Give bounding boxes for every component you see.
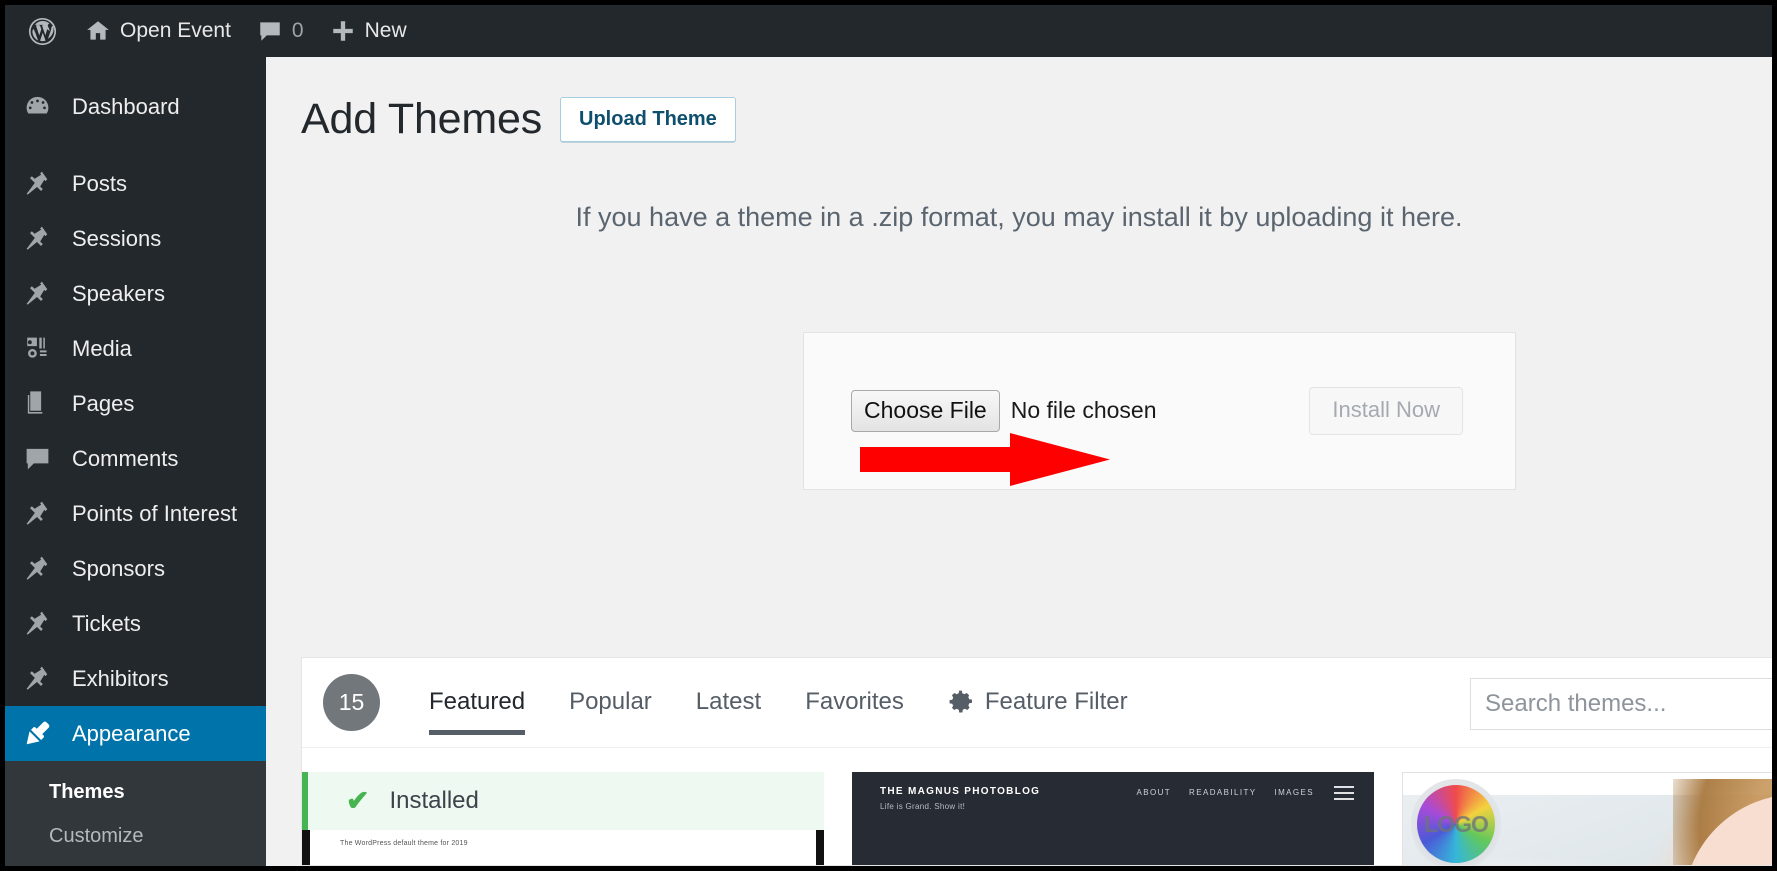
media-icon [27,337,47,358]
wordpress-logo-menu[interactable] [15,5,72,57]
sidebar-item-label: Dashboard [72,93,180,119]
sidebar-item-label: Comments [72,445,179,471]
dashboard-gauge-icon [26,96,49,114]
page-title: Add Themes [301,95,543,143]
pushpin-icon [26,226,48,250]
home-icon [87,21,109,40]
file-input-group[interactable]: Choose File No file chosen [851,390,1157,432]
feature-filter-label: Feature Filter [984,687,1128,715]
theme-grid: ✔ Installed The WordPress default theme … [302,748,1772,865]
theme-preview-nav-item: ABOUT [1136,788,1172,797]
sidebar-item-appearance[interactable]: Appearance [5,706,266,761]
sidebar-item-dashboard[interactable]: Dashboard [5,79,266,134]
photo-blur-highlight [1475,864,1596,865]
search-themes-input[interactable] [1470,678,1772,730]
pushpin-icon [26,666,48,690]
admin-bar-new-content[interactable]: New [317,5,420,57]
sidebar-item-label: Pages [72,390,135,416]
sidebar-item-speakers[interactable]: Speakers [5,266,266,321]
gear-icon [949,690,972,713]
sidebar-item-label: Tickets [72,610,141,636]
sidebar-item-label: Appearance [72,720,191,746]
pushpin-icon [26,171,48,195]
installed-label: Installed [389,787,479,814]
comment-bubble-icon [26,448,49,470]
sidebar-item-label: Exhibitors [72,665,169,691]
sidebar-item-label: Sponsors [72,555,165,581]
main-content: Add Themes Upload Theme If you have a th… [266,57,1772,866]
paintbrush-icon [26,721,50,745]
submenu-item-themes[interactable]: Themes [5,770,266,814]
admin-bar: Open Event 0 New [5,5,1772,57]
browser-screenshot-frame: Open Event 0 New Dashboard Posts Session… [0,0,1777,871]
theme-preview-nav-item: IMAGES [1274,788,1314,797]
sidebar-item-exhibitors[interactable]: Exhibitors [5,651,266,706]
theme-card[interactable]: THE MAGNUS PHOTOBLOG Life is Grand. Show… [852,772,1374,865]
sidebar-item-posts[interactable]: Posts [5,156,266,211]
pushpin-icon [26,556,48,580]
sidebar-item-label: Posts [72,170,128,196]
admin-sidebar-menu: Dashboard Posts Sessions Speakers Media … [5,57,266,866]
theme-preview-brand: THE MAGNUS PHOTOBLOG [880,786,1041,797]
tab-popular[interactable]: Popular [547,658,674,748]
theme-browser: 15 Featured Popular Latest Favorites Fea… [301,657,1772,866]
theme-preview-tagline: The WordPress default theme for 2019 [340,840,468,847]
upload-instructions-text: If you have a theme in a .zip format, yo… [575,202,1463,232]
checkmark-icon: ✔ [346,785,370,816]
theme-preview-tagline: Life is Grand. Show it! [880,802,966,811]
theme-screenshot: THE MAGNUS PHOTOBLOG Life is Grand. Show… [852,772,1374,865]
menu-spacer-top [5,57,266,79]
color-wheel-logo-icon: LOGO [1417,785,1495,863]
theme-card[interactable]: ✔ Installed The WordPress default theme … [302,772,824,865]
sidebar-item-sponsors[interactable]: Sponsors [5,541,266,596]
install-now-button[interactable]: Install Now [1309,387,1463,435]
sidebar-item-label: Sessions [72,225,162,251]
sidebar-item-label: Points of Interest [72,500,238,526]
comment-bubble-icon [260,22,280,41]
sidebar-item-pages[interactable]: Pages [5,376,266,431]
pushpin-icon [26,281,48,305]
sidebar-item-sessions[interactable]: Sessions [5,211,266,266]
admin-bar-comments[interactable]: 0 [244,5,317,57]
choose-file-button[interactable]: Choose File [851,390,1000,432]
theme-screenshot: The WordPress default theme for 2019 Com… [302,830,824,865]
upload-theme-button[interactable]: Upload Theme [560,97,736,142]
tab-featured[interactable]: Featured [407,658,547,748]
installed-notice: ✔ Installed [302,772,824,830]
sidebar-item-media[interactable]: Media [5,321,266,376]
theme-upload-form: Choose File No file chosen Install Now [803,332,1516,490]
new-content-label: New [364,19,407,42]
pushpin-icon [26,501,48,525]
sidebar-item-tickets[interactable]: Tickets [5,596,266,651]
sidebar-item-comments[interactable]: Comments [5,431,266,486]
site-name-label: Open Event [120,19,231,42]
tab-favorites[interactable]: Favorites [783,658,926,748]
theme-preview-nav-item: READABILITY [1189,788,1257,797]
theme-preview-nav: ABOUT READABILITY IMAGES [1136,788,1314,797]
wordpress-logo-icon [28,17,57,45]
feature-filter-toggle[interactable]: Feature Filter [926,658,1150,748]
theme-filter-bar: 15 Featured Popular Latest Favorites Fea… [302,658,1772,748]
theme-card[interactable]: LOGO [1402,772,1772,865]
theme-screenshot: LOGO [1402,772,1772,865]
pushpin-icon [26,611,48,635]
admin-bar-site-name[interactable]: Open Event [72,5,244,57]
submenu-item-customize[interactable]: Customize [5,814,266,858]
sidebar-item-label: Media [72,335,132,361]
sidebar-item-label: Speakers [72,280,165,306]
comments-count: 0 [291,19,304,42]
theme-count-badge: 15 [323,674,380,731]
tab-latest[interactable]: Latest [674,658,783,748]
hamburger-menu-icon [1334,786,1354,800]
plus-icon [332,21,353,41]
theme-preview-logo-text: LOGO [1424,810,1489,837]
file-chosen-status: No file chosen [1010,397,1157,424]
page-header: Add Themes Upload Theme [266,57,1772,142]
sidebar-item-points-of-interest[interactable]: Points of Interest [5,486,266,541]
appearance-submenu: Themes Customize [5,761,266,866]
menu-spacer [5,134,266,156]
pages-icon [27,391,43,414]
